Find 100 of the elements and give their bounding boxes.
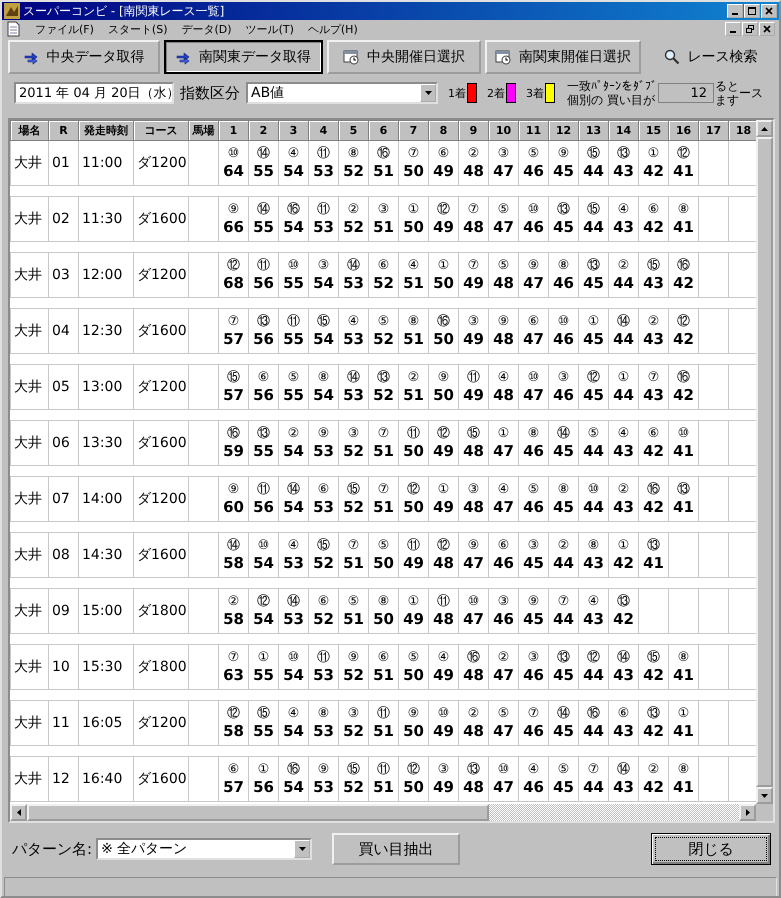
horse-number: ⑪ <box>376 762 391 778</box>
close-button[interactable]: 閉じる <box>651 833 771 865</box>
column-header[interactable]: 12 <box>548 120 578 140</box>
horizontal-scrollbar[interactable] <box>10 804 756 821</box>
horse-number: ⑪ <box>286 314 301 330</box>
index-score: 45 <box>522 610 545 628</box>
column-header[interactable]: 14 <box>608 120 638 140</box>
column-header[interactable]: 13 <box>578 120 608 140</box>
close-button[interactable] <box>759 22 775 36</box>
index-score: 48 <box>462 778 485 796</box>
table-cell: 11 <box>52 715 70 731</box>
horse-number: ⑥ <box>376 258 390 274</box>
toolbar-button[interactable]: 南関東データ取得 <box>164 40 323 74</box>
menu-item[interactable]: データ(D) <box>182 22 232 36</box>
table-cell: 16:05 <box>82 715 122 731</box>
horse-number: ⑫ <box>226 258 241 274</box>
arrow-icon <box>761 126 768 130</box>
toolbar-button[interactable]: 南関東開催日選択 <box>485 40 641 74</box>
menu-item[interactable]: ヘルプ(H) <box>308 22 358 36</box>
index-score: 50 <box>402 778 425 796</box>
horse-number: ⑮ <box>646 258 661 274</box>
scroll-arrow-button[interactable] <box>10 804 27 821</box>
column-header[interactable]: 15 <box>638 120 668 140</box>
index-score: 41 <box>672 218 695 236</box>
scroll-arrow-button[interactable] <box>756 120 773 137</box>
index-score: 55 <box>282 386 305 404</box>
index-score: 52 <box>342 162 365 180</box>
calendar-clock-icon <box>343 49 359 65</box>
column-header[interactable]: 3 <box>278 120 308 140</box>
index-score: 46 <box>552 386 575 404</box>
index-score: 57 <box>222 330 245 348</box>
column-header[interactable]: 4 <box>308 120 338 140</box>
horse-number: ① <box>256 762 270 778</box>
table-cell: 15:30 <box>82 659 122 675</box>
index-score: 47 <box>492 778 515 796</box>
column-header[interactable]: 1 <box>218 120 248 140</box>
menu-item[interactable]: ツール(T) <box>246 22 294 36</box>
index-score: 52 <box>342 778 365 796</box>
column-header[interactable]: 5 <box>338 120 368 140</box>
column-header[interactable]: 17 <box>698 120 728 140</box>
date-field[interactable]: 2011 年 04 月 20日（水） <box>14 82 174 104</box>
index-score: 51 <box>402 274 425 292</box>
column-header[interactable]: 7 <box>398 120 428 140</box>
menu-item[interactable]: スタート(S) <box>108 22 168 36</box>
close-button[interactable] <box>761 4 777 18</box>
extract-button[interactable]: 買い目抽出 <box>332 833 460 865</box>
column-header[interactable]: 馬場 <box>188 120 218 140</box>
horse-number: ① <box>616 538 630 554</box>
index-score: 45 <box>552 498 575 516</box>
index-score: 49 <box>462 386 485 404</box>
index-score: 43 <box>642 330 665 348</box>
index-score: 44 <box>612 274 635 292</box>
index-score: 50 <box>372 554 395 572</box>
column-header[interactable]: R <box>48 120 78 140</box>
index-score: 51 <box>342 610 365 628</box>
minimize-button[interactable] <box>725 22 741 36</box>
minimize-button[interactable] <box>727 4 743 18</box>
index-score: 55 <box>252 218 275 236</box>
index-score: 56 <box>252 330 275 348</box>
horse-number: ⑬ <box>556 650 571 666</box>
index-score: 51 <box>372 162 395 180</box>
index-dropdown[interactable]: AB値 <box>246 82 438 104</box>
table-cell: ダ1200 <box>137 491 187 507</box>
column-header[interactable]: 10 <box>488 120 518 140</box>
index-score: 58 <box>222 722 245 740</box>
toolbar-button[interactable]: 中央データ取得 <box>8 40 160 74</box>
column-header[interactable]: 9 <box>458 120 488 140</box>
column-header[interactable]: 2 <box>248 120 278 140</box>
menu-item[interactable]: ファイル(F) <box>35 22 94 36</box>
restore-button[interactable] <box>742 22 758 36</box>
toolbar-button[interactable]: 中央開催日選択 <box>327 40 481 74</box>
column-header[interactable]: 6 <box>368 120 398 140</box>
horse-number: ⑬ <box>466 762 481 778</box>
horse-number: ⑫ <box>586 650 601 666</box>
horse-number: ④ <box>346 314 360 330</box>
scroll-thumb[interactable] <box>27 804 489 821</box>
horse-number: ⑥ <box>226 762 240 778</box>
column-header[interactable]: 発走時刻 <box>78 120 134 140</box>
column-header[interactable]: 16 <box>668 120 698 140</box>
scroll-arrow-button[interactable] <box>756 787 773 804</box>
scroll-arrow-button[interactable] <box>739 804 756 821</box>
index-score: 46 <box>522 722 545 740</box>
column-header[interactable]: 場名 <box>10 120 48 140</box>
column-header[interactable]: 11 <box>518 120 548 140</box>
horse-number: ⑬ <box>646 538 661 554</box>
horse-number: ⑫ <box>406 762 421 778</box>
horse-number: ⑨ <box>436 370 450 386</box>
index-score: 55 <box>252 162 275 180</box>
column-header[interactable]: コース <box>134 120 188 140</box>
column-header[interactable]: 8 <box>428 120 458 140</box>
table-cell: 11:00 <box>82 155 122 171</box>
horse-number: ⑯ <box>286 202 301 218</box>
table-cell: 大井 <box>14 435 42 451</box>
column-header[interactable]: 18 <box>728 120 756 140</box>
horse-number: ⑬ <box>646 706 661 722</box>
table-cell: 大井 <box>14 715 42 731</box>
table-cell: 大井 <box>14 771 42 787</box>
pattern-dropdown[interactable]: ※ 全パターン <box>96 838 312 860</box>
horse-number: ⑧ <box>406 314 420 330</box>
maximize-button[interactable] <box>744 4 760 18</box>
